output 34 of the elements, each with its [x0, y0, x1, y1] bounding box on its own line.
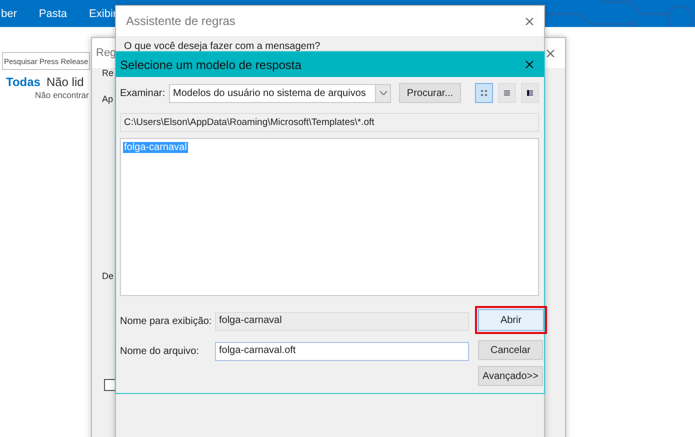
rules-label: Re: [102, 68, 114, 78]
close-icon[interactable]: [546, 48, 555, 58]
filter-tab[interactable]: Todas: [6, 75, 40, 89]
rules-label: Ap: [102, 94, 114, 104]
file-name-label: Nome do arquivo:: [120, 346, 200, 357]
caret-icon: [380, 91, 386, 95]
close-icon[interactable]: [525, 60, 534, 69]
display-name-label: Nome para exibição:: [120, 316, 210, 327]
open-button[interactable]: Abrir: [478, 309, 544, 331]
advanced-button[interactable]: Avançado>>: [478, 366, 543, 386]
view-button[interactable]: [498, 83, 516, 103]
empty-message: Não encontrar: [34, 90, 90, 100]
browse-button[interactable]: Procurar...: [399, 83, 461, 103]
path-field: C:\Users\Elson\AppData\Roaming\Microsoft\Templates\*.oft: [120, 113, 539, 132]
window-title: Assistente de regras: [126, 14, 236, 28]
dialog-title: Selecione um modelo de resposta: [120, 58, 302, 72]
list-view-icon: [504, 90, 510, 96]
file-name-field[interactable]: folga-carnaval.oft: [215, 342, 469, 361]
look-in-label: Examinar:: [120, 88, 164, 98]
display-name-field: folga-carnaval: [215, 312, 469, 331]
rules-label: De: [102, 271, 114, 281]
look-in-dropdown[interactable]: Modelos do usuário no sistema de arquivos: [169, 84, 391, 102]
details-view-icon: [527, 90, 533, 96]
close-icon[interactable]: [525, 16, 534, 26]
checkbox[interactable]: [104, 379, 116, 391]
small-icons-view-icon: [481, 90, 487, 96]
wizard-question: O que você deseja fazer com a mensagem?: [124, 41, 320, 52]
view-button[interactable]: [475, 83, 493, 103]
ribbon-tab[interactable]: Pasta: [38, 8, 68, 20]
filter-tab[interactable]: Não lid: [46, 75, 84, 89]
ribbon-tab[interactable]: ber: [1, 8, 17, 20]
ribbon-tab[interactable]: Exibir: [89, 8, 117, 20]
view-button[interactable]: [521, 83, 539, 103]
cancel-button[interactable]: Cancelar: [478, 340, 543, 360]
